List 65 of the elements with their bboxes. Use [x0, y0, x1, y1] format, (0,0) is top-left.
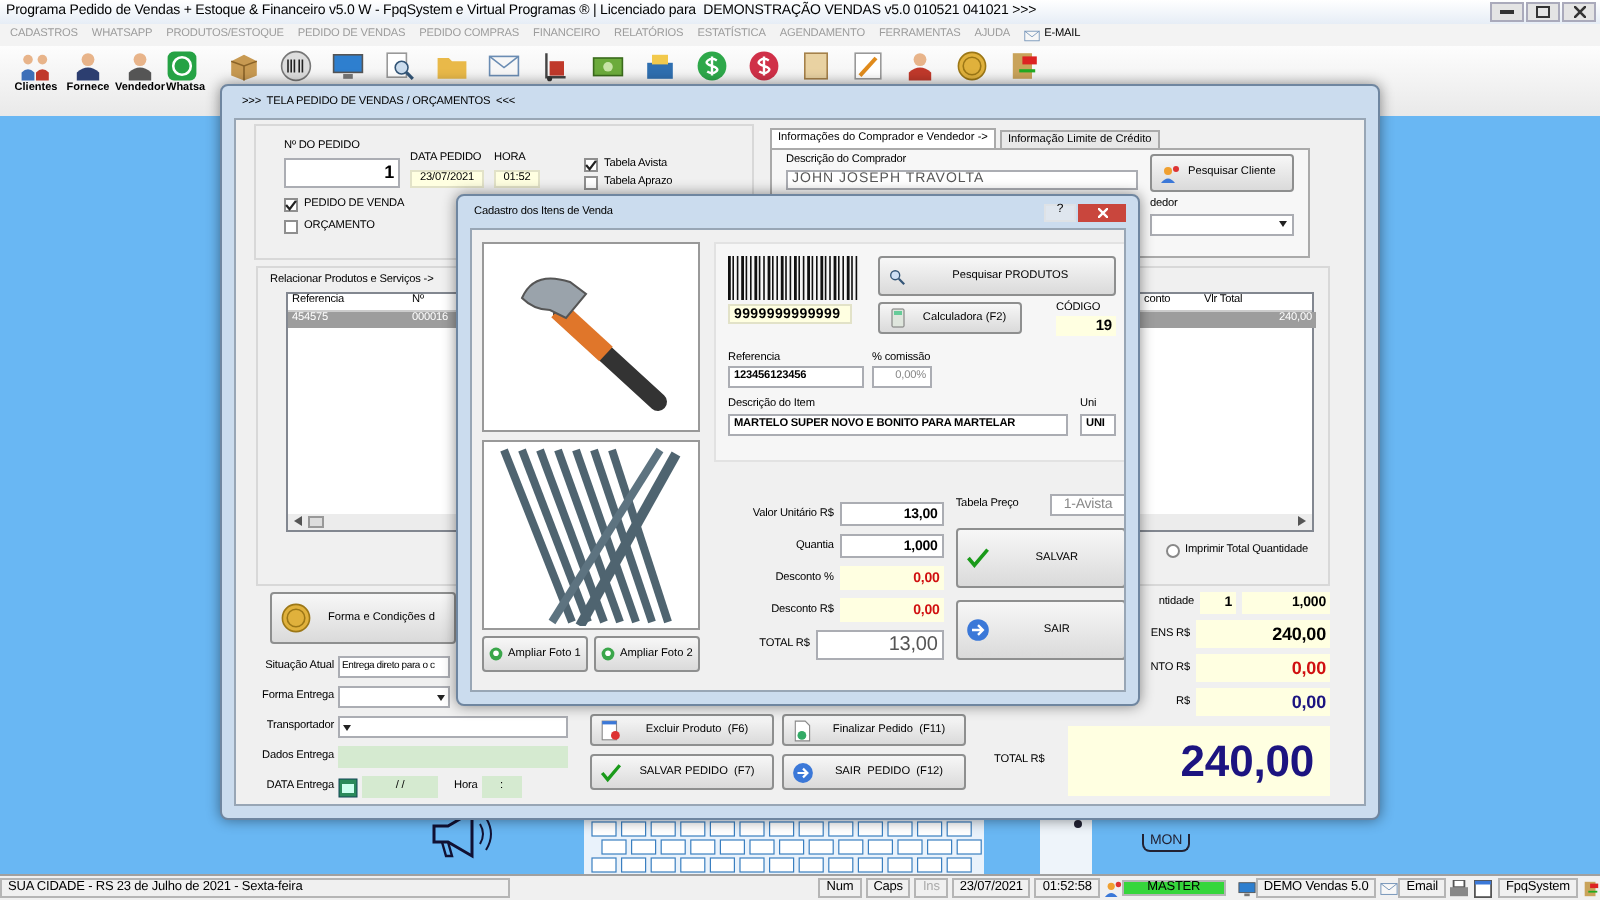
monitor-icon: [332, 50, 364, 82]
exit-icon: [1582, 879, 1600, 897]
envelope-icon: [488, 50, 520, 82]
check-icon: [600, 761, 622, 783]
caret-icon: [342, 723, 352, 731]
exit-icon: [1008, 50, 1040, 82]
calendar-icon: [338, 777, 358, 797]
calculator-icon: [888, 308, 909, 328]
calendar-button[interactable]: [338, 777, 358, 797]
zoom-icon: [488, 646, 504, 662]
minimize-button[interactable]: [1490, 2, 1524, 22]
amount-field: 0,00: [1196, 654, 1330, 682]
caret-icon: [436, 693, 446, 701]
check-icon: [965, 546, 990, 570]
close-icon: [1573, 6, 1585, 18]
person-icon: [124, 50, 156, 82]
dollar-coin-icon: [696, 50, 728, 82]
monitor-icon: [1237, 879, 1256, 897]
arrow-icon: [792, 761, 814, 783]
amount-field: 240,00: [1196, 620, 1330, 648]
window-icon: [1474, 879, 1493, 897]
maximize-button[interactable]: [1526, 2, 1560, 22]
amount-field[interactable]: 13,00: [815, 630, 944, 660]
minimize-icon: [1500, 10, 1514, 14]
number-field[interactable]: 1: [284, 157, 400, 188]
checkbox[interactable]: [284, 219, 298, 234]
close-icon: [1097, 207, 1107, 217]
hand-truck-icon: [540, 50, 572, 82]
register-icon: [644, 50, 676, 82]
amount-field: 0,00: [1196, 688, 1330, 716]
maximize-icon: [1536, 6, 1550, 18]
text-field[interactable]: [338, 746, 568, 768]
scroll-thumb: [308, 515, 324, 528]
checkbox[interactable]: [284, 197, 298, 212]
barcode-icon: [728, 256, 860, 300]
dollar-coin-icon: [748, 50, 780, 82]
dropdown[interactable]: [338, 686, 450, 708]
document-check-icon: [792, 719, 814, 741]
box-icon: [228, 50, 260, 82]
person-icon: [904, 50, 936, 82]
barcode-icon: [280, 50, 312, 82]
coin-icon: [956, 50, 988, 82]
close-button[interactable]: [1562, 2, 1596, 22]
checkbox[interactable]: [584, 176, 598, 190]
scroll-icon: [800, 50, 832, 82]
pencil-icon: [852, 50, 884, 82]
close-button[interactable]: [1078, 203, 1126, 221]
radio-button[interactable]: [1165, 543, 1180, 558]
printer-icon: [1450, 879, 1469, 897]
search-icon: [888, 267, 907, 285]
caret-icon: [1278, 220, 1288, 229]
arrow-icon: [965, 618, 990, 642]
zoom-icon: [600, 646, 616, 662]
chat-icon: [166, 50, 198, 82]
magnifier-icon: [384, 50, 416, 82]
scroll-left-icon: [294, 516, 302, 527]
document-delete-icon: [600, 719, 622, 741]
scroll-right-icon: [1298, 516, 1306, 527]
people-icon: [20, 50, 52, 82]
person-icon: [72, 50, 104, 82]
total-field: 240,00: [1068, 726, 1330, 796]
checkbox[interactable]: [584, 158, 598, 172]
user-icon: [1160, 163, 1180, 183]
coin-icon: [280, 602, 312, 634]
user-icon: [1103, 879, 1122, 897]
